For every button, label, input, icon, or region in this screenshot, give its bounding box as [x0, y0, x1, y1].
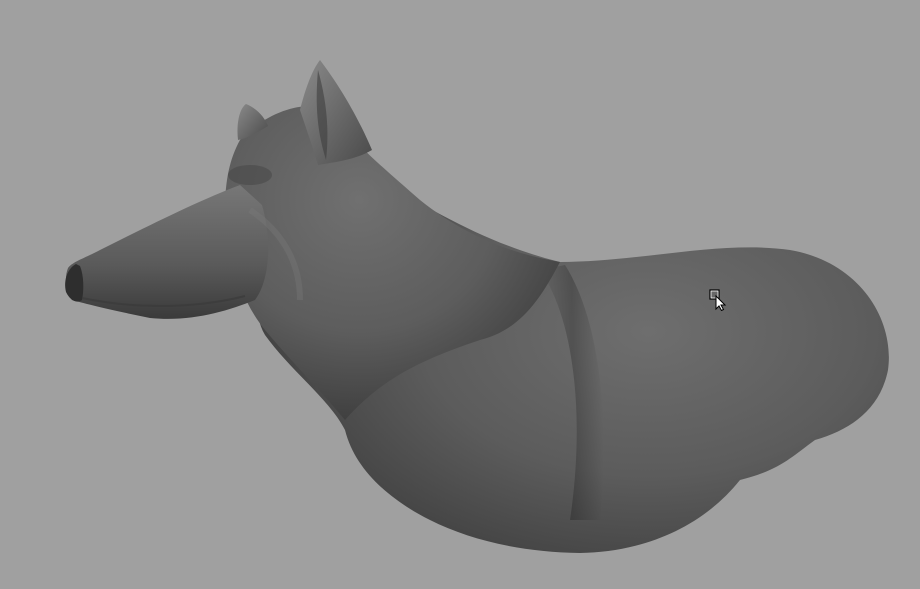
wolf-model[interactable]: [0, 0, 920, 589]
3d-viewport[interactable]: [0, 0, 920, 589]
wolf-eye-region: [228, 165, 272, 185]
wolf-snout: [65, 185, 269, 319]
